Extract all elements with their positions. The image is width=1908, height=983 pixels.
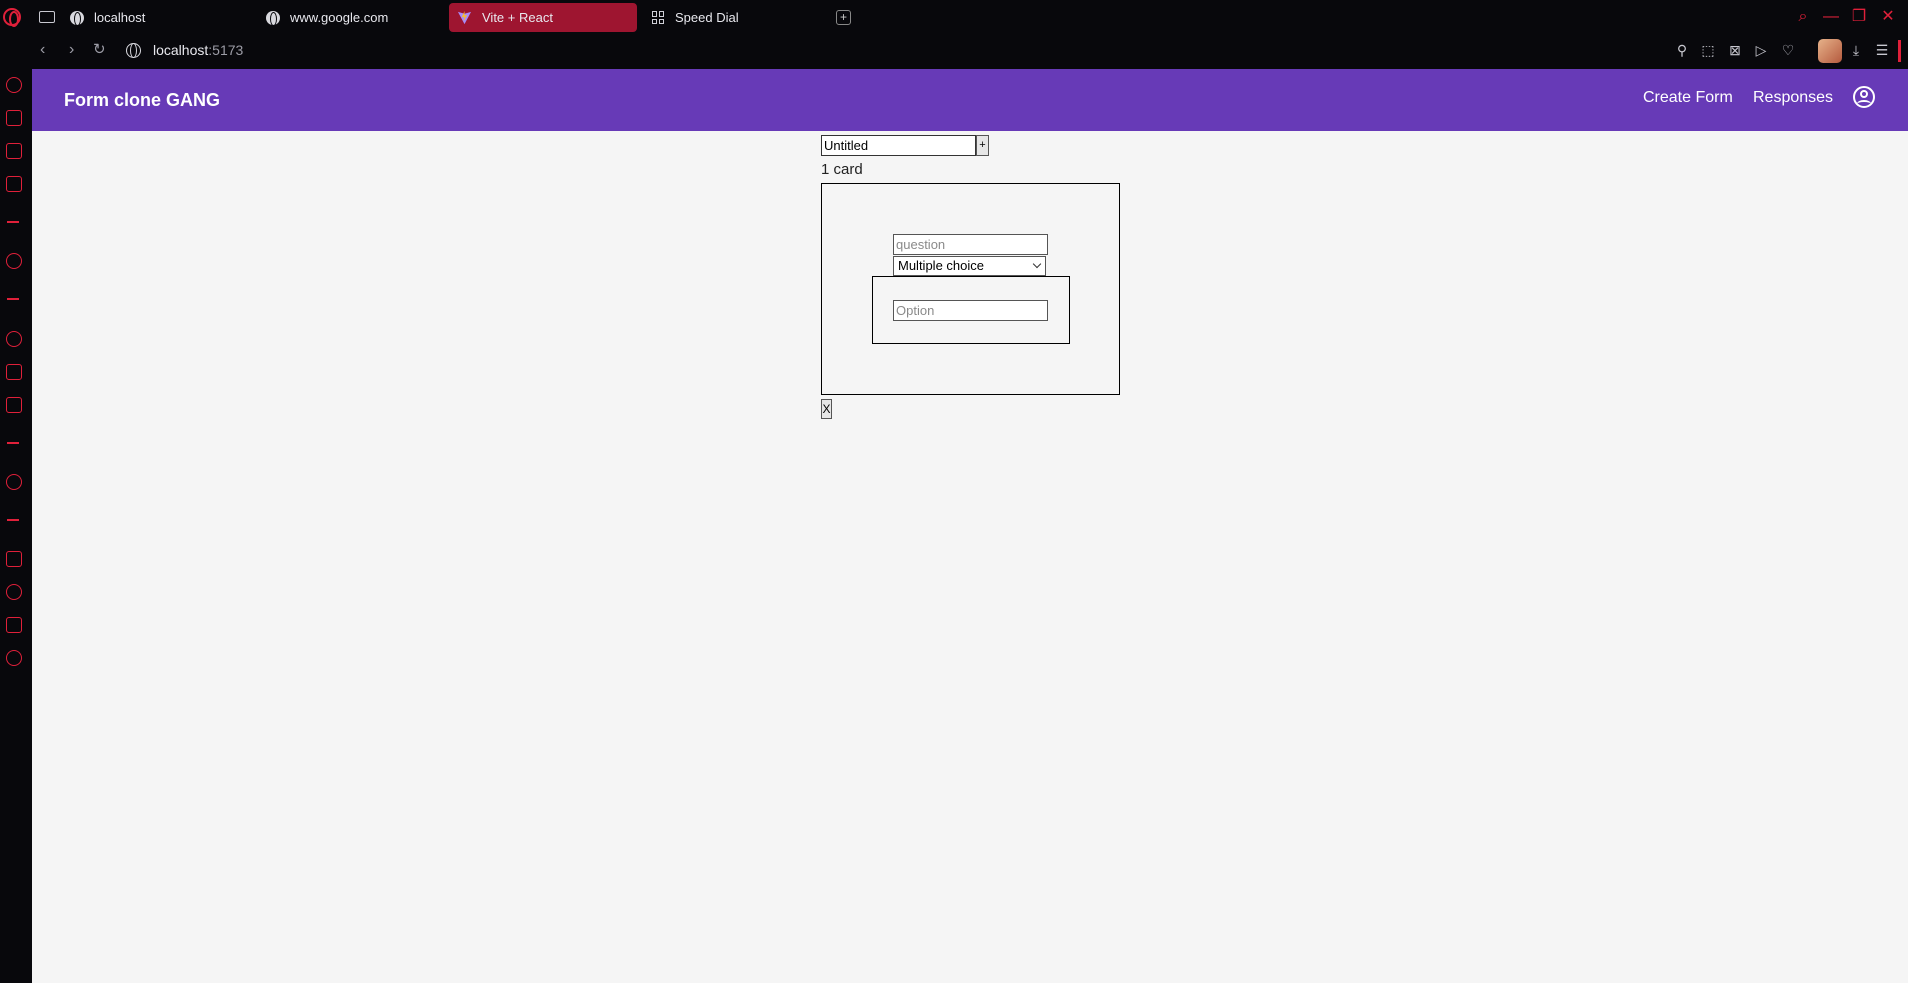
opera-logo-icon[interactable] [3,8,21,27]
account-icon[interactable] [1853,86,1875,108]
url-field[interactable]: localhost:5173 [153,42,243,58]
heart-icon[interactable]: ♡ [1780,42,1796,58]
tab-google[interactable]: www.google.com [266,3,446,32]
close-window-icon[interactable]: ✕ [1879,8,1897,26]
app-title: Form clone GANG [64,90,221,110]
sidebar-divider [7,221,19,223]
minimize-icon[interactable]: — [1822,8,1840,26]
app-header: Form clone GANG Create Form Responses [32,69,1908,131]
settings-icon[interactable] [6,650,22,666]
tab-label: Speed Dial [675,10,739,25]
messenger-icon[interactable] [6,331,22,347]
address-bar [0,34,1908,69]
card-count: 1 card [821,161,863,178]
question-type-value: Multiple choice [898,258,984,273]
pin-icon[interactable]: ⚲ [1674,42,1690,58]
add-card-button[interactable]: + [976,135,989,156]
sidebar-divider [7,298,19,300]
chevron-down-icon [1032,259,1042,269]
browser-tab-bar: localhost www.google.com Vite + React Sp… [0,0,1908,34]
search-icon[interactable]: ⌕ [1794,8,1812,26]
responses-link[interactable]: Responses [1753,89,1833,107]
new-tab-button[interactable]: + [836,10,851,25]
site-info-icon[interactable] [126,43,141,58]
url-port: :5173 [208,42,244,58]
question-input[interactable] [893,234,1048,255]
remove-card-button[interactable]: X [821,399,832,419]
reload-icon[interactable]: ↻ [93,42,106,58]
browser-sidebar [0,69,32,983]
sidebar-divider [7,519,19,521]
download-icon[interactable]: ⤓ [1848,42,1864,58]
gmail-icon[interactable] [6,176,22,192]
profile-avatar[interactable] [1818,39,1842,63]
tab-label: www.google.com [290,10,389,25]
tab-label: localhost [94,10,146,25]
easy-setup-icon[interactable]: ☰ [1874,42,1890,58]
workspaces-icon[interactable] [6,143,22,159]
chatgpt-icon[interactable] [6,253,22,269]
forward-icon[interactable]: › [69,42,74,58]
url-host: localhost [153,42,209,58]
vite-logo-icon [457,10,472,25]
pinboard-icon[interactable] [6,551,22,567]
form-title-input[interactable] [821,135,976,156]
history-icon[interactable] [6,584,22,600]
tab-islands-icon[interactable] [39,11,55,23]
discord-icon[interactable] [6,397,22,413]
tab-vite-react[interactable]: Vite + React [449,3,637,32]
tab-label: Vite + React [482,10,553,25]
globe-icon [70,10,84,26]
create-form-link[interactable]: Create Form [1643,89,1733,107]
player-icon[interactable] [6,474,22,490]
crypto-wallet-icon[interactable] [6,110,22,126]
option-input[interactable] [893,300,1048,321]
globe-icon [266,10,280,26]
send-icon[interactable]: ▷ [1753,42,1769,58]
back-icon[interactable]: ‹ [40,42,45,58]
restore-icon[interactable]: ❐ [1850,8,1868,26]
speed-dial-icon [652,11,665,24]
snapshot-icon[interactable]: ⬚ [1700,42,1716,58]
instagram-icon[interactable] [6,364,22,380]
sidebar-toggle-marker [1898,40,1901,62]
adblock-icon[interactable]: ⊠ [1727,42,1743,58]
aria-icon[interactable] [6,77,22,93]
sidebar-divider [7,442,19,444]
tab-localhost[interactable]: localhost [70,3,250,32]
tab-speed-dial[interactable]: Speed Dial [652,3,832,32]
question-type-select[interactable]: Multiple choice [893,256,1046,276]
extensions-icon[interactable] [6,617,22,633]
